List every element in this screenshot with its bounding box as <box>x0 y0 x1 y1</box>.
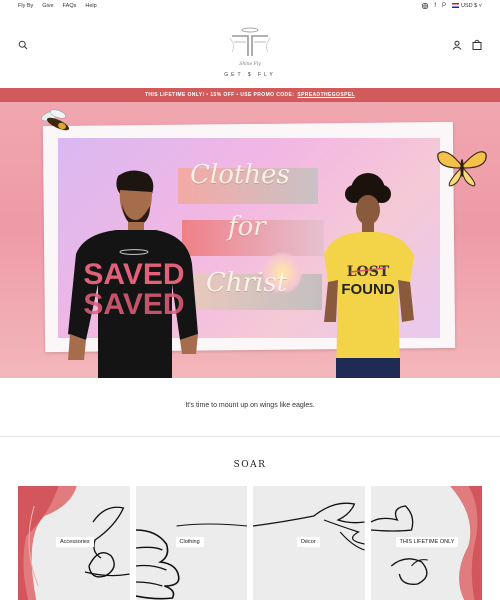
currency-selector[interactable]: USD $ ˅ <box>452 3 482 9</box>
facebook-icon[interactable]: f <box>434 3 436 9</box>
account-icon[interactable] <box>452 40 462 50</box>
mission-tagline: It's time to mount up on wings like eagl… <box>185 402 315 409</box>
brand-tagline: GET $ FLY <box>224 72 276 78</box>
pinterest-icon[interactable]: P <box>442 3 446 9</box>
site-header: Shine Fly GET $ FLY <box>0 12 500 87</box>
category-label-clothing: Clothing <box>175 537 204 547</box>
hero-banner[interactable]: Clothes for Christ SAVED SAVED LOST FOUN… <box>0 102 500 378</box>
nav-link-fly-by[interactable]: Fly By <box>18 3 33 9</box>
hero-script-line-3: Christ <box>206 268 288 298</box>
category-label-lifetime: THIS LIFETIME ONLY <box>395 537 459 547</box>
utility-bar: Fly By Give FAQs Help f P USD $ ˅ <box>0 0 500 12</box>
model-woman-found-shirt: LOST FOUND <box>324 173 414 378</box>
model-man-saved-shirt: SAVED SAVED <box>68 170 198 378</box>
us-flag-icon <box>452 3 460 9</box>
svg-text:SAVED: SAVED <box>83 288 184 321</box>
nav-link-help[interactable]: Help <box>85 3 96 9</box>
category-card-clothing[interactable]: Clothing <box>135 486 247 600</box>
hero-script-line-2: for <box>228 212 266 242</box>
wasp-sticker-icon <box>41 109 70 131</box>
category-label-accessories: Accessories <box>56 537 94 547</box>
site-logo[interactable]: Shine Fly <box>226 26 274 68</box>
promo-banner: THIS LIFETIME ONLY! • 15% OFF • USE PROM… <box>0 88 500 102</box>
promo-text: THIS LIFETIME ONLY! • 15% OFF • USE PROM… <box>144 92 295 98</box>
utility-right: f P USD $ ˅ <box>422 3 482 9</box>
category-card-accessories[interactable]: Accessories <box>18 486 130 600</box>
category-card-lifetime[interactable]: THIS LIFETIME ONLY <box>370 486 482 600</box>
nav-link-faqs[interactable]: FAQs <box>63 3 77 9</box>
category-label-decor: Décor <box>297 537 320 547</box>
search-icon[interactable] <box>18 40 28 50</box>
nav-link-give[interactable]: Give <box>42 3 53 9</box>
instagram-icon[interactable] <box>422 3 429 9</box>
category-card-decor[interactable]: Décor <box>253 486 365 600</box>
butterfly-sticker-icon <box>437 151 487 187</box>
cart-icon[interactable] <box>472 39 482 50</box>
utility-nav: Fly By Give FAQs Help <box>18 3 97 9</box>
section-divider <box>0 436 500 437</box>
saved-shirt-print: SAVED <box>83 258 184 291</box>
promo-code-link[interactable]: SPREADTHEGOSPEL <box>297 92 355 98</box>
found-shirt-print: FOUND <box>341 281 394 298</box>
hero-script-line-1: Clothes <box>190 160 290 190</box>
svg-text:Shine Fly: Shine Fly <box>239 61 261 67</box>
currency-label: USD $ <box>461 3 478 9</box>
section-title: SOAR <box>233 460 267 470</box>
category-grid: Accessories Clothing Décor THIS LIFETIME… <box>18 486 482 600</box>
